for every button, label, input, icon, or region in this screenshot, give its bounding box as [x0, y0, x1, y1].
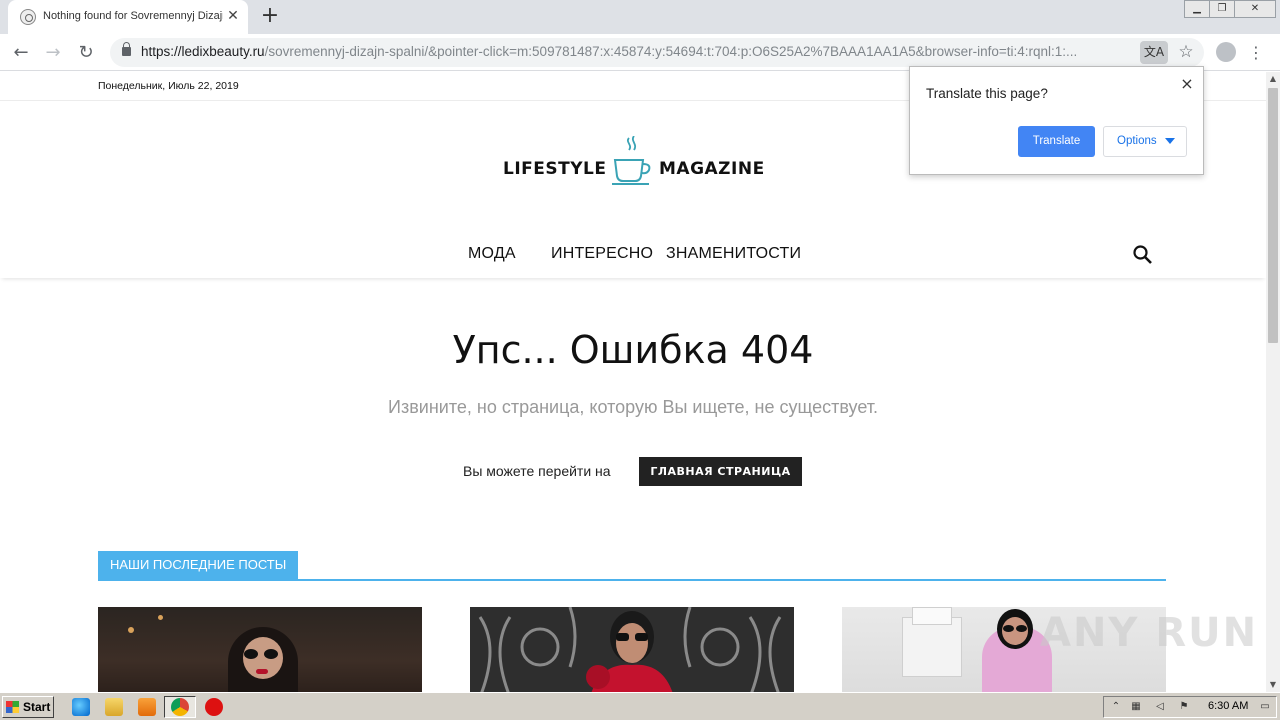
- site-logo[interactable]: LIFESTYLE MAGAZINE: [500, 136, 766, 188]
- current-date: Понедельник, Июль 22, 2019: [98, 80, 239, 92]
- profile-avatar-icon[interactable]: [1216, 42, 1236, 62]
- url-host: https://ledixbeauty.ru: [141, 44, 265, 59]
- options-label: Options: [1117, 135, 1157, 147]
- tab-close-icon[interactable]: ✕: [225, 8, 241, 24]
- minimize-button[interactable]: ▁: [1184, 0, 1210, 18]
- url-path: /sovremennyj-dizajn-spalni/&pointer-clic…: [264, 44, 1078, 59]
- network-icon[interactable]: ▦: [1130, 701, 1142, 713]
- main-navigation: МОДА ИНТЕРЕСНО ЗНАМЕНИТОСТИ: [0, 234, 1266, 278]
- folder-icon[interactable]: [105, 698, 123, 716]
- post-thumbnail[interactable]: [470, 607, 794, 692]
- logo-word-left: LIFESTYLE: [503, 159, 607, 179]
- tab-title: Nothing found for Sovremennyj Dizajn Spa…: [43, 10, 223, 22]
- clock[interactable]: 6:30 AM: [1208, 700, 1248, 712]
- close-icon[interactable]: ×: [1178, 75, 1196, 93]
- latest-posts-header: НАШИ ПОСЛЕДНИЕ ПОСТЫ: [98, 551, 1166, 581]
- nav-item-znamenitosti[interactable]: ЗНАМЕНИТОСТИ: [666, 245, 801, 263]
- restore-button[interactable]: ❐: [1209, 0, 1235, 18]
- system-tray: ⌃ ▦ ◁ ⚑ 6:30 AM ▭: [1103, 696, 1277, 718]
- back-icon[interactable]: ←: [8, 40, 34, 66]
- media-player-icon[interactable]: [138, 698, 156, 716]
- lock-icon[interactable]: [122, 42, 131, 56]
- translate-button[interactable]: Translate: [1018, 126, 1095, 157]
- show-desktop-icon[interactable]: ▭: [1259, 701, 1271, 713]
- latest-posts-title: НАШИ ПОСЛЕДНИЕ ПОСТЫ: [98, 551, 299, 579]
- go-to-text: Вы можете перейти на: [463, 463, 611, 479]
- page-scrollbar[interactable]: ▲ ▼: [1266, 72, 1280, 692]
- scroll-down-arrow-icon[interactable]: ▼: [1266, 678, 1280, 692]
- error-subtitle: Извините, но страница, которую Вы ищете,…: [388, 397, 878, 417]
- flag-icon[interactable]: ⚑: [1178, 701, 1190, 713]
- scroll-up-arrow-icon[interactable]: ▲: [1266, 72, 1280, 86]
- chrome-menu-icon[interactable]: ⋮: [1248, 40, 1264, 66]
- error-title: Упс... Ошибка 404: [452, 328, 814, 372]
- logo-word-right: MAGAZINE: [659, 159, 765, 179]
- coffee-cup-icon: [612, 136, 651, 185]
- tray-expand-icon[interactable]: ⌃: [1110, 701, 1122, 713]
- home-page-button[interactable]: ГЛАВНАЯ СТРАНИЦА: [639, 457, 802, 486]
- start-label: Start: [23, 700, 51, 714]
- close-window-button[interactable]: ✕: [1234, 0, 1276, 18]
- volume-icon[interactable]: ◁: [1154, 701, 1166, 713]
- windows-taskbar: Start ⌃ ▦ ◁ ⚑ 6:30 AM ▭: [0, 692, 1280, 720]
- scrollbar-thumb[interactable]: [1268, 88, 1278, 343]
- anyrun-watermark: ANY RUN: [1040, 610, 1259, 656]
- tab-strip: Nothing found for Sovremennyj Dizajn Spa…: [0, 0, 1280, 34]
- internet-explorer-icon[interactable]: [72, 698, 90, 716]
- forward-icon[interactable]: →: [40, 40, 66, 66]
- browser-tab[interactable]: Nothing found for Sovremennyj Dizajn Spa…: [8, 0, 248, 34]
- translate-icon[interactable]: 文A: [1140, 41, 1168, 64]
- url-text[interactable]: https://ledixbeauty.ru/sovremennyj-dizaj…: [141, 44, 1141, 59]
- chrome-taskbar-button[interactable]: [164, 696, 196, 718]
- reload-icon[interactable]: ↻: [73, 40, 99, 66]
- nav-item-interesno[interactable]: ИНТЕРЕСНО: [551, 245, 653, 263]
- chrome-icon: [171, 698, 189, 716]
- post-thumbnail[interactable]: [98, 607, 422, 692]
- translate-question: Translate this page?: [926, 86, 1048, 101]
- nav-item-moda[interactable]: МОДА: [468, 245, 516, 263]
- bookmark-star-icon[interactable]: ☆: [1174, 41, 1198, 64]
- windows-logo-icon: [6, 701, 19, 713]
- address-bar[interactable]: https://ledixbeauty.ru/sovremennyj-dizaj…: [110, 38, 1204, 67]
- stop-icon[interactable]: [205, 698, 223, 716]
- new-tab-button[interactable]: +: [258, 5, 282, 29]
- site-favicon-icon: [20, 9, 36, 25]
- translate-bubble: Translate this page? × Translate Options: [909, 66, 1204, 175]
- options-dropdown[interactable]: Options: [1103, 126, 1187, 157]
- start-button[interactable]: Start: [2, 696, 54, 718]
- chevron-down-icon: [1165, 138, 1175, 144]
- search-icon[interactable]: [1132, 244, 1154, 266]
